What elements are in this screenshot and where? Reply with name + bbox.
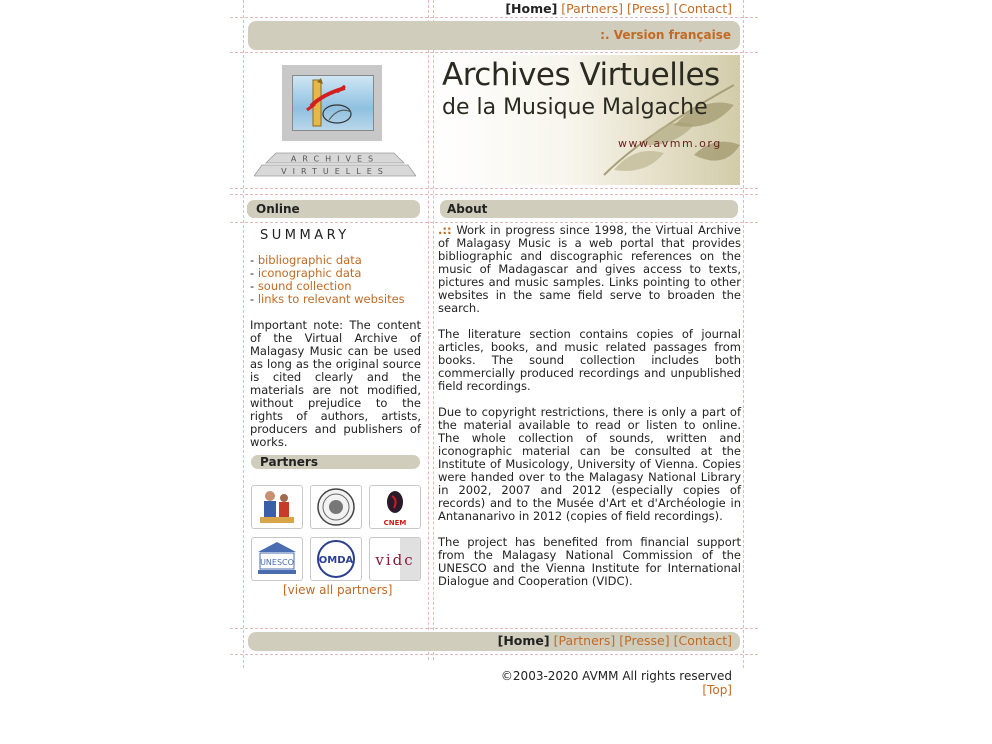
- partners-heading-bar: Partners: [251, 455, 420, 469]
- bottom-nav: [Home] [Partners] [Presse] [Contact]: [498, 633, 732, 648]
- copyright-text: ©2003-2020 AVMM All rights reserved: [500, 669, 732, 683]
- sound-collection-link[interactable]: sound collection: [258, 279, 352, 293]
- partners-heading: Partners: [260, 455, 318, 469]
- about-paragraph: Due to copyright restrictions, there is …: [438, 405, 741, 523]
- partner-tile[interactable]: [251, 485, 303, 529]
- guide-line: [230, 188, 758, 189]
- svg-text:CNEM: CNEM: [384, 519, 407, 527]
- guide-line: [230, 52, 758, 53]
- musicians-icon: [260, 491, 294, 523]
- university-seal-icon: [317, 488, 355, 526]
- logo-line-1: ARCHIVES: [291, 155, 379, 164]
- relevant-websites-link[interactable]: links to relevant websites: [258, 292, 405, 306]
- about-text: .:: Work in progress since 1998, the Vir…: [438, 224, 741, 601]
- nav-home[interactable]: [Home]: [505, 1, 557, 16]
- back-to-top-link[interactable]: [Top]: [702, 683, 732, 697]
- online-heading: Online: [256, 202, 300, 216]
- list-item: - links to relevant websites: [250, 292, 405, 306]
- unesco-icon: UNESCO: [258, 542, 296, 574]
- banner-subtitle: de la Musique Malgache: [442, 95, 708, 120]
- view-all-partners-link[interactable]: [view all partners]: [283, 583, 392, 597]
- about-paragraph: The literature section contains copies o…: [438, 327, 741, 393]
- partner-tile[interactable]: UNESCO: [251, 537, 303, 581]
- bottom-nav-press[interactable]: [Presse]: [619, 633, 669, 648]
- about-heading: About: [447, 202, 488, 216]
- bottom-nav-bar: [Home] [Partners] [Presse] [Contact]: [248, 632, 740, 651]
- guide-line: [428, 0, 429, 660]
- top-nav: [Home] [Partners] [Press] [Contact]: [480, 1, 732, 16]
- banner-title: Archives Virtuelles: [442, 57, 720, 93]
- partner-tile[interactable]: [310, 485, 362, 529]
- guide-line: [243, 0, 244, 668]
- iconographic-data-link[interactable]: iconographic data: [258, 266, 362, 280]
- banner-url: www.avmm.org: [618, 137, 722, 150]
- site-banner: Archives Virtuelles de la Musique Malgac…: [434, 55, 740, 185]
- guide-line: [230, 194, 758, 195]
- about-heading-bar: About: [440, 200, 738, 218]
- vidc-icon: vidc: [374, 538, 420, 580]
- partner-tile[interactable]: vidc: [369, 537, 421, 581]
- partner-tile[interactable]: CNEM: [369, 485, 421, 529]
- guide-line: [230, 17, 758, 18]
- logo-line-2: VIRTUELLES: [281, 167, 389, 176]
- omda-icon: OMDA: [317, 540, 355, 578]
- bibliographic-data-link[interactable]: bibliographic data: [258, 253, 362, 267]
- guide-line: [230, 628, 758, 629]
- cnem-icon: CNEM: [384, 491, 407, 527]
- nav-press[interactable]: [Press]: [627, 1, 670, 16]
- nav-partners[interactable]: [Partners]: [561, 1, 623, 16]
- usage-note: Important note: The content of the Virtu…: [250, 318, 421, 449]
- logo-screen: [292, 75, 374, 131]
- about-paragraph: The project has benefited from financial…: [438, 535, 741, 588]
- bottom-nav-home[interactable]: [Home]: [498, 633, 550, 648]
- music-instrument-icon: [306, 78, 352, 127]
- svg-text:vidc: vidc: [374, 551, 414, 569]
- site-logo[interactable]: [282, 65, 382, 141]
- logo-wordmark: ARCHIVES VIRTUELLES: [253, 151, 417, 177]
- partner-tile[interactable]: OMDA: [310, 537, 362, 581]
- online-heading-bar: Online: [247, 200, 420, 218]
- about-paragraph: .:: Work in progress since 1998, the Vir…: [438, 223, 741, 315]
- bottom-nav-partners[interactable]: [Partners]: [554, 633, 616, 648]
- language-bar: :. Version française: [248, 21, 740, 50]
- summary-list: - bibliographic data - iconographic data…: [250, 254, 405, 306]
- svg-text:UNESCO: UNESCO: [260, 558, 294, 567]
- bottom-nav-contact[interactable]: [Contact]: [674, 633, 732, 648]
- bullet-marker: .::: [438, 223, 452, 237]
- footer: ©2003-2020 AVMM All rights reserved [Top…: [480, 669, 732, 697]
- summary-title: SUMMARY: [260, 228, 350, 243]
- nav-contact[interactable]: [Contact]: [674, 1, 732, 16]
- svg-text:OMDA: OMDA: [319, 555, 354, 566]
- french-version-link[interactable]: :. Version française: [600, 28, 731, 42]
- guide-line: [230, 654, 758, 655]
- guide-line: [743, 0, 744, 668]
